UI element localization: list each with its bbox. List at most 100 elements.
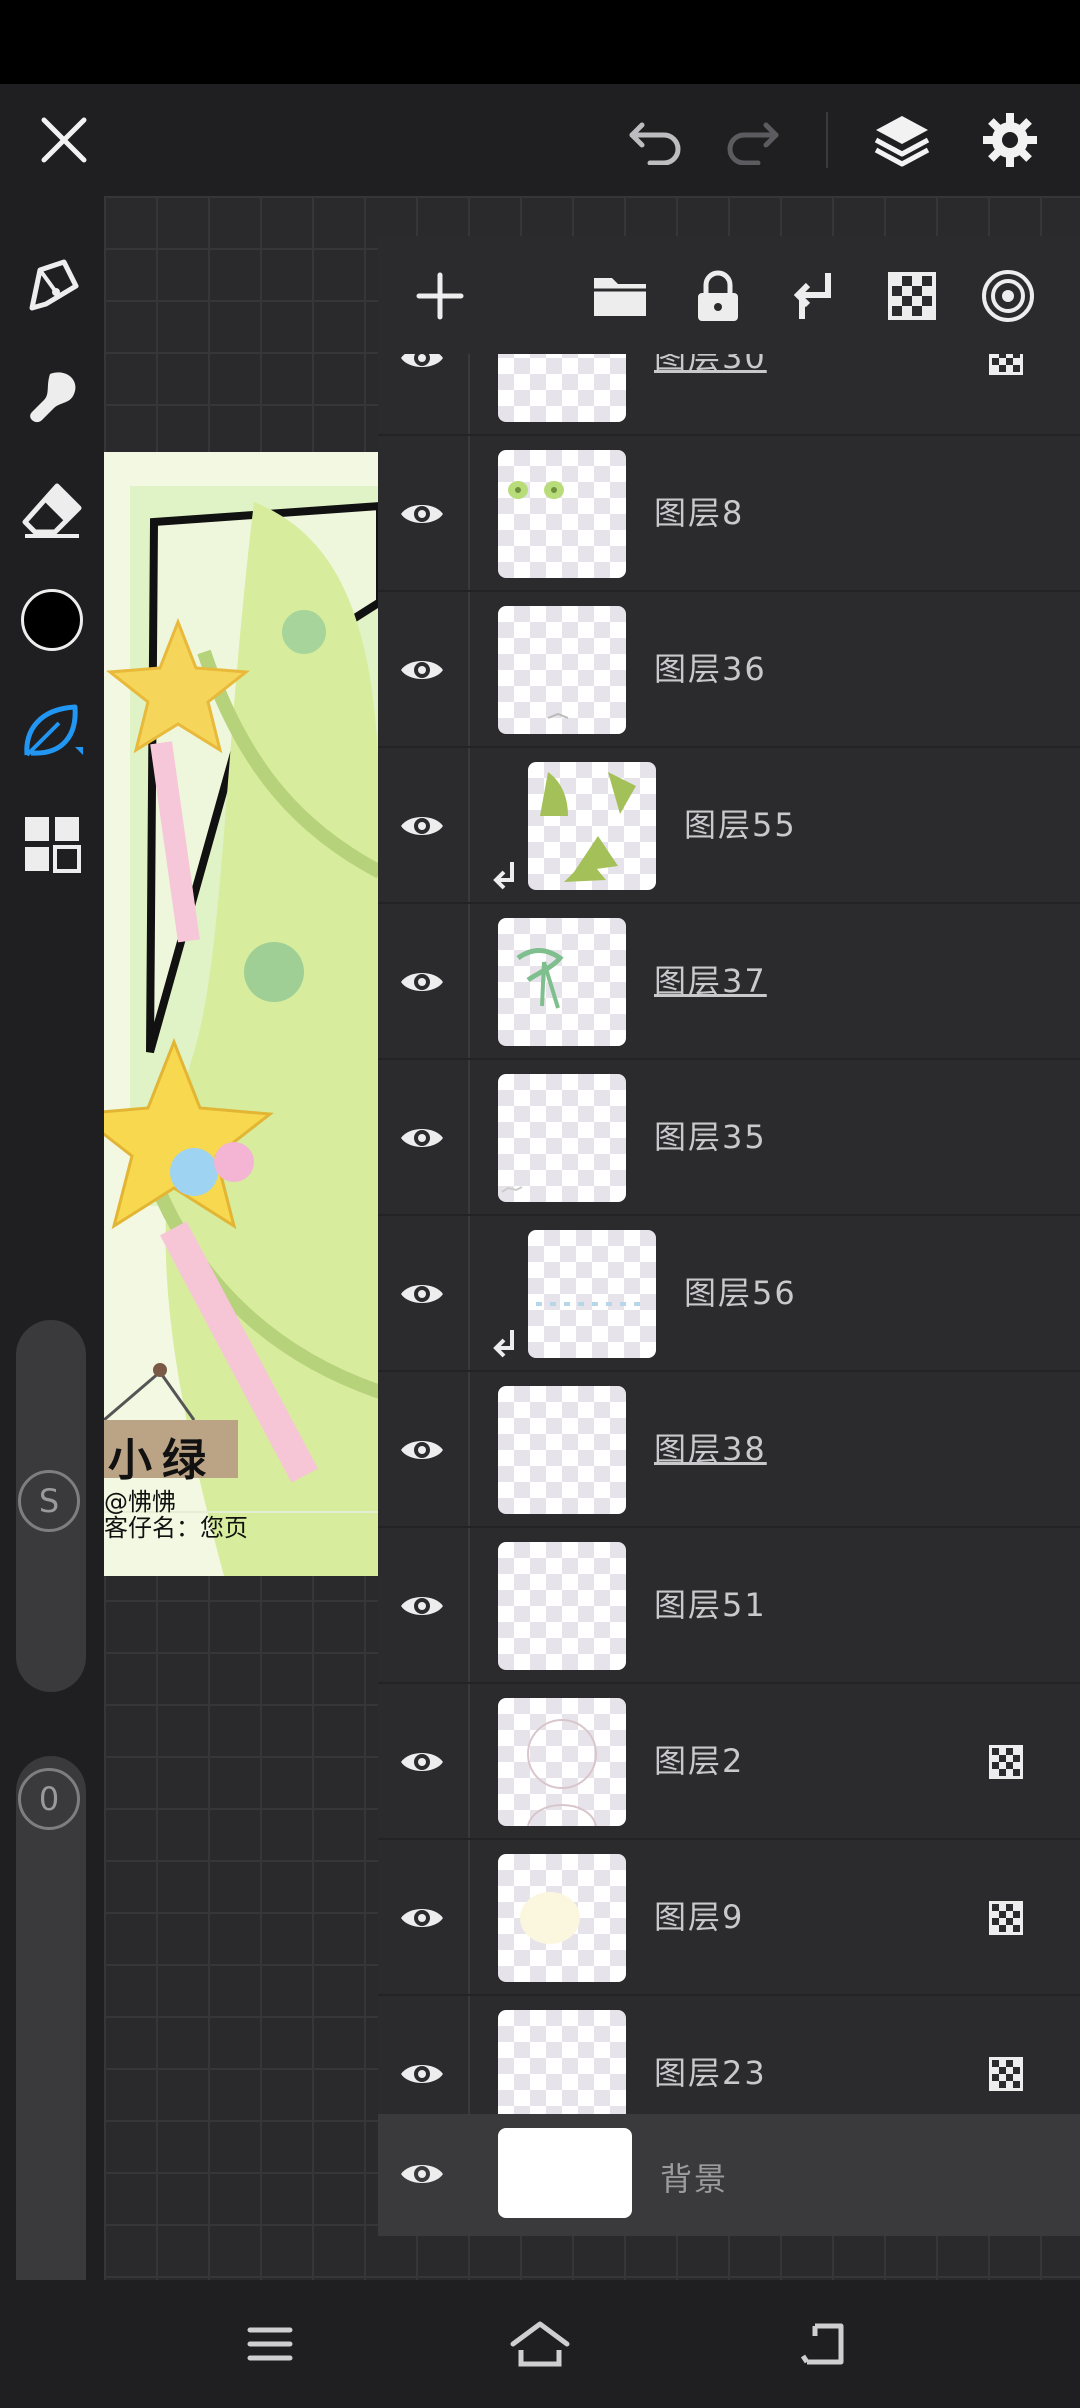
layer-divider [468,1060,470,1214]
layer-row[interactable]: 图层35 [378,1060,1080,1216]
visibility-eye-icon[interactable] [394,486,450,542]
alpha-lock-icon[interactable] [874,258,950,334]
layer-row[interactable]: 图层56 [378,1216,1080,1372]
brush-size-slider[interactable]: S [16,1320,86,1692]
visibility-eye-icon[interactable] [394,2146,450,2202]
grid-tools-icon[interactable] [16,808,88,880]
layer-row[interactable]: 图层55 [378,748,1080,904]
visibility-eye-icon[interactable] [394,2046,450,2102]
layer-thumbnail [498,1854,626,1982]
layer-divider [468,1216,470,1370]
layer-thumbnail [498,918,626,1046]
layer-thumbnail [498,450,626,578]
layer-divider [468,748,470,902]
artwork-credit-2: 客仔名：您页 [104,1514,248,1542]
toolbar-divider [826,112,828,168]
artwork-sign-text: 小绿 [108,1435,216,1486]
visibility-eye-icon[interactable] [394,954,450,1010]
layer-name: 图层30 [654,354,767,376]
layer-name: 图层2 [654,1742,745,1780]
layer-row[interactable]: 图层38 [378,1372,1080,1528]
layer-row[interactable]: 图层51 [378,1528,1080,1684]
layer-row[interactable]: 图层2 [378,1684,1080,1840]
lock-icon[interactable] [680,258,756,334]
layer-row[interactable]: 图层36 [378,592,1080,748]
layer-thumbnail [498,1074,626,1202]
color-swatch[interactable] [16,584,88,656]
layers-toolbar [378,236,1080,354]
folder-icon[interactable] [582,258,658,334]
background-layer-name: 背景 [660,2160,729,2198]
layers-list: 图层30 图层8 图层36 图层55 图层37 图层35 图层56 图层38 图层51 图层2 图层… [378,354,1080,2236]
layer-thumbnail [498,1698,626,1826]
layer-divider [468,904,470,1058]
back-icon[interactable] [784,2304,864,2384]
visibility-eye-icon[interactable] [394,1266,450,1322]
alpha-lock-icon[interactable] [988,354,1024,376]
eraser-icon[interactable] [16,474,88,546]
layer-name: 图层36 [654,650,767,688]
background-thumbnail [498,2128,632,2218]
layers-icon[interactable] [862,84,942,196]
visibility-eye-icon[interactable] [394,798,450,854]
undo-icon[interactable] [616,84,696,196]
layer-thumbnail [498,606,626,734]
visibility-eye-icon[interactable] [394,1422,450,1478]
background-layer-row[interactable]: 背景 [378,2114,1080,2236]
layer-name: 图层23 [654,2054,767,2092]
opacity-label: 0 [18,1768,80,1830]
left-toolbar: S 0 [0,196,104,2336]
opacity-slider[interactable]: 0 [16,1756,86,2336]
add-layer-icon[interactable] [402,258,478,334]
close-icon[interactable] [24,84,104,196]
layer-name: 图层55 [684,806,797,844]
layer-name: 图层8 [654,494,745,532]
layer-row[interactable]: 图层9 [378,1840,1080,1996]
visibility-eye-icon[interactable] [394,1734,450,1790]
alpha-lock-icon[interactable] [988,1744,1024,1780]
artwork-canvas[interactable]: 小绿 @怫怫 客仔名：您页 [104,452,380,1576]
layer-divider [468,1528,470,1682]
brush-icon[interactable] [16,362,88,434]
redo-icon[interactable] [712,84,792,196]
visibility-eye-icon[interactable] [394,1578,450,1634]
layer-divider [468,1840,470,1994]
system-nav-bar [0,2280,1080,2408]
layer-row[interactable]: 图层37 [378,904,1080,1060]
layer-divider [468,1684,470,1838]
visibility-eye-icon[interactable] [394,642,450,698]
layer-divider [468,436,470,590]
blend-mode-icon[interactable] [970,258,1046,334]
layer-name: 图层37 [654,962,767,1000]
clipping-mask-icon [490,1328,518,1364]
layer-thumbnail [528,1230,656,1358]
alpha-lock-icon[interactable] [988,2056,1024,2092]
clip-icon[interactable] [776,258,852,334]
home-icon[interactable] [500,2304,580,2384]
layer-thumbnail [498,354,626,422]
menu-icon[interactable] [230,2304,310,2384]
layer-thumbnail [498,1386,626,1514]
layer-divider [468,592,470,746]
layer-divider [468,1372,470,1526]
visibility-eye-icon[interactable] [394,1890,450,1946]
layer-name: 图层35 [654,1118,767,1156]
layer-thumbnail [498,1542,626,1670]
clipping-mask-icon [490,860,518,896]
smudge-icon[interactable] [16,696,88,768]
alpha-lock-icon[interactable] [988,1900,1024,1936]
visibility-eye-icon[interactable] [394,1110,450,1166]
size-label: S [18,1470,80,1532]
pen-icon[interactable] [16,250,88,322]
layer-row[interactable]: 图层8 [378,436,1080,592]
layer-name: 图层9 [654,1898,745,1936]
visibility-eye-icon[interactable] [394,354,450,386]
layer-thumbnail [528,762,656,890]
layer-name: 图层51 [654,1586,767,1624]
layer-name: 图层56 [684,1274,797,1312]
layer-row[interactable]: 图层30 [378,354,1080,436]
layer-name: 图层38 [654,1430,767,1468]
status-bar [0,0,1080,84]
top-toolbar [0,84,1080,196]
gear-icon[interactable] [970,84,1050,196]
